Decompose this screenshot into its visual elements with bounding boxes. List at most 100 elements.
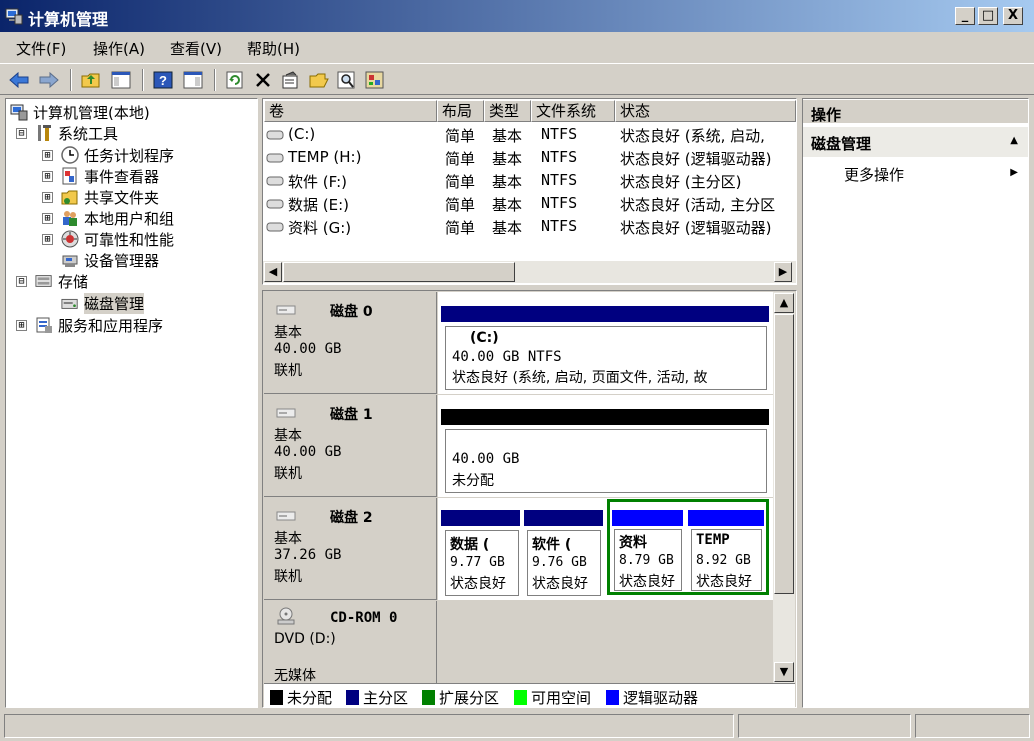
collapse-arrow-icon[interactable]: ▲ — [1010, 135, 1018, 146]
expand-icon[interactable]: ⊞ — [16, 319, 27, 331]
tree-item-local-users[interactable]: ⊞ 本地用户和组 — [42, 208, 174, 228]
expand-icon[interactable]: ⊞ — [42, 149, 53, 161]
expand-icon[interactable]: ⊞ — [42, 212, 53, 224]
help-icon[interactable]: ? — [152, 69, 174, 91]
column-header-layout[interactable]: 布局 — [437, 100, 484, 122]
disk-name: 磁盘 1 — [330, 407, 373, 423]
table-row[interactable]: 数据 (E:) 简单 基本 NTFS 状态良好 (活动, 主分区 — [263, 192, 796, 214]
scroll-up-icon[interactable]: ▲ — [774, 293, 794, 313]
collapse-icon[interactable]: ⊟ — [16, 275, 27, 287]
tree-item-system-tools[interactable]: ⊟ 系统工具 — [16, 123, 118, 143]
cdrom-icon — [276, 607, 296, 629]
column-header-filesystem[interactable]: 文件系统 — [531, 100, 615, 122]
search-icon[interactable] — [336, 69, 358, 91]
volume-name: 资料 (G:) — [288, 219, 352, 237]
menu-view[interactable]: 查看(V) — [170, 38, 222, 59]
swatch-unallocated — [270, 690, 283, 705]
column-header-volume[interactable]: 卷 — [264, 100, 437, 122]
swatch-extended — [422, 690, 435, 705]
expand-icon[interactable]: ⊞ — [42, 233, 53, 245]
drive-icon — [266, 150, 284, 168]
menu-file[interactable]: 文件(F) — [16, 38, 66, 59]
table-row[interactable]: (C:) 简单 基本 NTFS 状态良好 (系统, 启动, — [263, 123, 796, 145]
submenu-arrow-icon: ▶ — [1010, 167, 1018, 178]
partition-size: 40.00 GB NTFS — [452, 349, 562, 365]
disk-1-info[interactable]: 磁盘 1 基本 40.00 GB 联机 — [264, 395, 437, 497]
disk-type: 基本 — [274, 531, 302, 547]
scroll-thumb[interactable] — [774, 314, 794, 594]
volume-filesystem: NTFS — [541, 194, 578, 212]
table-row[interactable]: 软件 (F:) 简单 基本 NTFS 状态良好 (主分区) — [263, 169, 796, 191]
partition-c[interactable]: (C:) 40.00 GB NTFS 状态良好 (系统, 启动, 页面文件, 活… — [445, 326, 767, 390]
open-folder-icon[interactable] — [308, 69, 330, 91]
menu-action[interactable]: 操作(A) — [93, 38, 145, 59]
cdrom-0-info[interactable]: CD-ROM 0 DVD (D:) 无媒体 — [264, 601, 437, 683]
scroll-thumb[interactable] — [283, 262, 515, 282]
extended-partition[interactable]: 资料 8.79 GB 状态良好 TEMP 8.92 GB 状态良好 — [607, 499, 769, 595]
tree-item-task-scheduler[interactable]: ⊞ 任务计划程序 — [42, 145, 174, 165]
tree-item-root[interactable]: 计算机管理(本地) — [10, 102, 150, 122]
scroll-right-icon[interactable]: ▶ — [774, 262, 792, 282]
disk-2-info[interactable]: 磁盘 2 基本 37.26 GB 联机 — [264, 498, 437, 600]
scroll-left-icon[interactable]: ◀ — [264, 262, 282, 282]
tree-item-event-viewer[interactable]: ⊞ 事件查看器 — [42, 166, 159, 186]
tree-item-services-apps[interactable]: ⊞ 服务和应用程序 — [16, 315, 163, 335]
disk-icon — [276, 303, 296, 319]
back-arrow-icon[interactable] — [8, 69, 30, 91]
disk-state: 联机 — [274, 466, 302, 482]
up-folder-icon[interactable] — [80, 69, 102, 91]
show-action-pane-icon[interactable] — [182, 69, 204, 91]
refresh-icon[interactable] — [224, 69, 246, 91]
partition-h[interactable]: TEMP 8.92 GB 状态良好 — [691, 529, 762, 591]
partition-f[interactable]: 软件 ( 9.76 GB 状态良好 — [527, 530, 601, 596]
horizontal-scrollbar[interactable]: ◀ ▶ — [263, 261, 796, 283]
event-viewer-icon — [61, 167, 79, 185]
storage-icon — [35, 272, 53, 290]
partition-g[interactable]: 资料 8.79 GB 状态良好 — [614, 529, 682, 591]
disk-0-info[interactable]: 磁盘 0 基本 40.00 GB 联机 — [264, 292, 437, 394]
tree-item-storage[interactable]: ⊟ 存储 — [16, 271, 88, 291]
legend-item: 主分区 — [346, 687, 408, 708]
minimize-button[interactable]: _ — [955, 7, 975, 25]
disk-type: DVD (D:) — [274, 631, 336, 647]
column-header-type[interactable]: 类型 — [484, 100, 531, 122]
table-row[interactable]: TEMP (H:) 简单 基本 NTFS 状态良好 (逻辑驱动器) — [263, 146, 796, 168]
table-row[interactable]: 资料 (G:) 简单 基本 NTFS 状态良好 (逻辑驱动器) — [263, 215, 796, 237]
action-section-label: 磁盘管理 — [811, 135, 872, 153]
properties-icon[interactable] — [280, 69, 302, 91]
action-section-disk-management[interactable]: 磁盘管理 ▲ — [803, 127, 1028, 157]
legend-label: 未分配 — [287, 689, 333, 707]
legend-label: 主分区 — [363, 689, 409, 707]
close-button[interactable]: X — [1003, 7, 1023, 25]
column-header-status[interactable]: 状态 — [615, 100, 796, 122]
partition-title: (C:) — [470, 330, 499, 346]
partition-e[interactable]: 数据 ( 9.77 GB 状态良好 — [445, 530, 519, 596]
vertical-scrollbar[interactable]: ▲ ▼ — [773, 292, 795, 684]
maximize-button[interactable]: □ — [978, 7, 998, 25]
settings-icon[interactable] — [364, 69, 386, 91]
volume-layout: 简单 — [445, 173, 476, 191]
disk-2-partitions: 数据 ( 9.77 GB 状态良好 软件 ( 9.76 GB 状态良好 资料 8… — [438, 498, 773, 600]
collapse-icon[interactable]: ⊟ — [16, 127, 27, 139]
forward-arrow-icon[interactable] — [38, 69, 60, 91]
show-tree-icon[interactable] — [110, 69, 132, 91]
scroll-down-icon[interactable]: ▼ — [774, 662, 794, 682]
disk-icon — [276, 406, 296, 422]
disk-name: 磁盘 0 — [330, 304, 373, 320]
primary-partition-bar — [441, 510, 520, 526]
tree-item-shared-folders[interactable]: ⊞ 共享文件夹 — [42, 187, 159, 207]
tree-item-reliability[interactable]: ⊞ 可靠性和性能 — [42, 229, 174, 249]
partition-size: 8.92 GB — [696, 553, 751, 568]
expand-icon[interactable]: ⊞ — [42, 191, 53, 203]
computer-management-icon — [10, 103, 28, 121]
delete-icon[interactable] — [252, 69, 274, 91]
tree-item-disk-management[interactable]: 磁盘管理 — [61, 292, 145, 314]
tree-item-device-manager[interactable]: 设备管理器 — [61, 250, 159, 270]
toolbar-separator — [142, 69, 144, 91]
action-more-actions[interactable]: 更多操作 ▶ — [803, 161, 1028, 187]
volume-type: 基本 — [492, 173, 523, 191]
expand-icon[interactable]: ⊞ — [42, 170, 53, 182]
disk-icon — [276, 509, 296, 525]
unallocated-space[interactable]: 40.00 GB 未分配 — [445, 429, 767, 493]
menu-help[interactable]: 帮助(H) — [247, 38, 300, 59]
